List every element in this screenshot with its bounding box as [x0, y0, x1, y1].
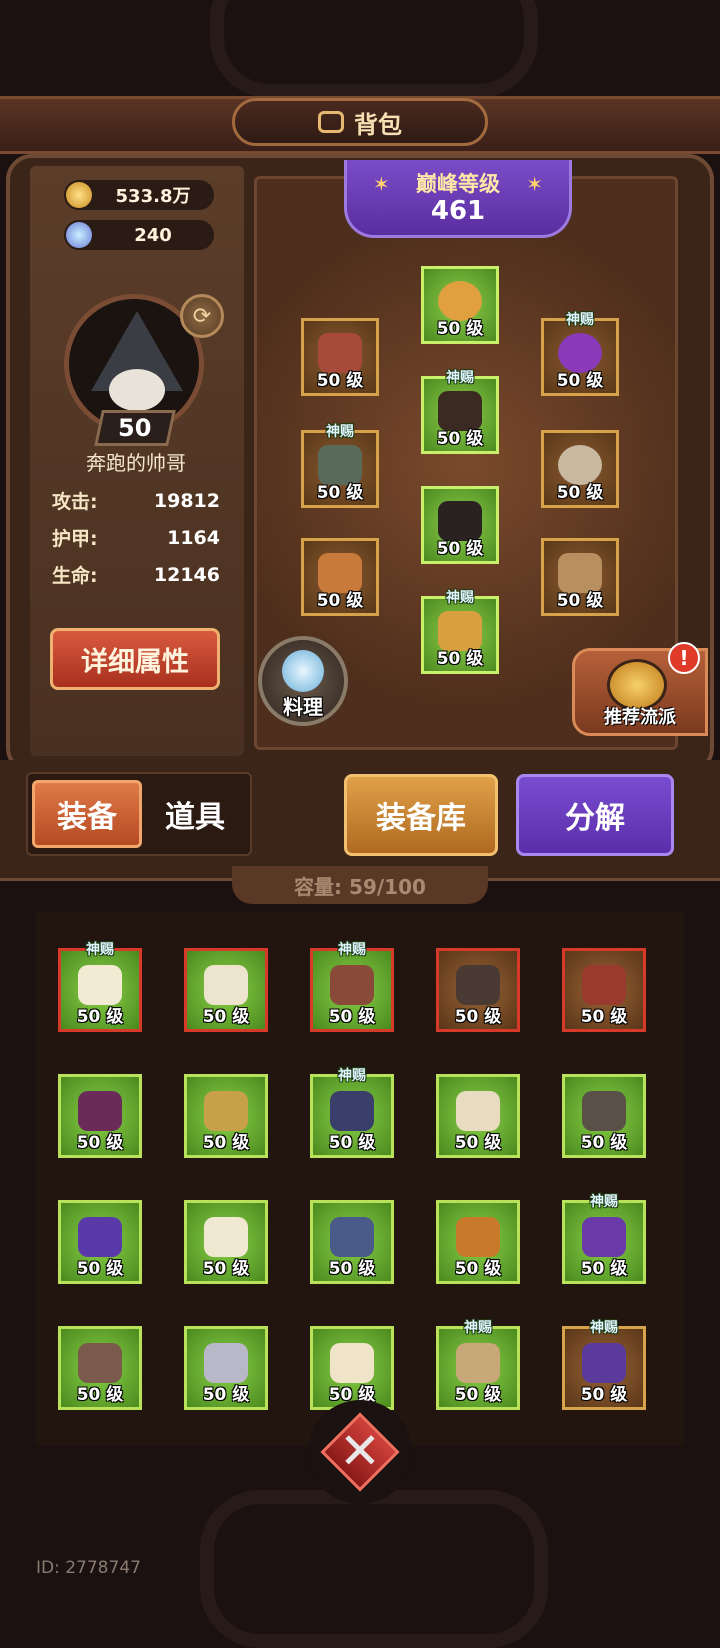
page-title-text: 背包 [354, 110, 402, 139]
backpack-icon [318, 111, 344, 133]
cooking-icon [282, 650, 324, 692]
star-icon: ✶ [526, 172, 543, 196]
tab-items[interactable]: 道具 [140, 780, 250, 848]
inventory-item[interactable]: 50 级 [184, 1326, 268, 1410]
pants-icon [204, 1217, 248, 1258]
gem-display: 240 [64, 220, 214, 250]
gold-coin-icon [66, 182, 92, 208]
stats-list: 攻击: 19812 护甲: 1164 生命: 12146 [52, 482, 220, 606]
inventory-item[interactable]: 50 级 [184, 948, 268, 1032]
shoulder-icon [330, 1343, 374, 1384]
gold-display: 533.8万 [64, 180, 214, 210]
gauntlet-icon [330, 1091, 374, 1132]
boots-icon [330, 1217, 374, 1258]
inventory-item[interactable]: 神赐 50 级 [562, 1320, 646, 1410]
equip-slot-weapon[interactable]: 50 级 [301, 538, 379, 616]
equip-slot-pants[interactable]: 50 级 [421, 486, 499, 564]
inventory-item[interactable]: 50 级 [58, 1200, 142, 1284]
page-title: 背包 [232, 98, 488, 146]
background-ornament [200, 1490, 548, 1648]
demon-mask-icon [78, 1091, 122, 1132]
inventory-item[interactable]: 神赐 50 级 [562, 1194, 646, 1284]
peak-level-value: 461 [430, 196, 486, 226]
inventory-item[interactable]: 神赐 50 级 [436, 1320, 520, 1410]
gauntlet-icon [456, 1091, 500, 1132]
capacity-indicator: 容量: 59/100 [232, 866, 488, 904]
helmet-icon [330, 965, 374, 1006]
equip-slot-boots[interactable]: 神赐 50 级 [421, 590, 499, 674]
inventory-item[interactable]: 50 级 [562, 948, 646, 1032]
notification-badge: ! [668, 642, 700, 674]
stat-health: 生命: 12146 [52, 563, 220, 588]
robe-icon [78, 965, 122, 1006]
helmet-icon [204, 1343, 248, 1384]
inventory-item[interactable]: 50 级 [436, 1200, 520, 1284]
inventory-item[interactable]: 50 级 [58, 1326, 142, 1410]
equip-slot-chest[interactable]: 神赐 50 级 [421, 370, 499, 454]
helmet-icon [78, 1343, 122, 1384]
inventory-tabs: 装备 道具 [26, 772, 252, 856]
inventory-item[interactable]: 50 级 [436, 1074, 520, 1158]
inventory-item[interactable]: 50 级 [562, 1074, 646, 1158]
gem-icon [66, 222, 92, 248]
gauntlet-icon [582, 1091, 626, 1132]
player-id: ID: 2778747 [36, 1558, 141, 1578]
inventory-item[interactable]: 50 级 [436, 948, 520, 1032]
helmet-icon [582, 965, 626, 1006]
equipment-storage-button[interactable]: 装备库 [344, 774, 498, 856]
inventory-item[interactable]: 50 级 [184, 1074, 268, 1158]
gem-amount: 240 [134, 224, 172, 246]
inventory-item[interactable]: 50 级 [184, 1200, 268, 1284]
equip-slot-bracer[interactable]: 50 级 [541, 538, 619, 616]
boots-icon [456, 1217, 500, 1258]
close-icon: ✕ [339, 1422, 381, 1480]
avatar-face [109, 369, 165, 411]
equip-slot-ring[interactable]: 50 级 [541, 430, 619, 508]
gold-crown-icon [204, 1091, 248, 1132]
inventory-item[interactable]: 神赐 50 级 [310, 942, 394, 1032]
tab-equipment[interactable]: 装备 [32, 780, 142, 848]
inventory-item[interactable]: 神赐 50 级 [310, 1068, 394, 1158]
cooking-button[interactable]: 料理 [258, 636, 348, 726]
player-level: 50 [118, 414, 152, 442]
star-icon: ✶ [373, 172, 390, 196]
swap-avatar-button[interactable]: ⟳ [180, 294, 224, 338]
helmet-icon [456, 1343, 500, 1384]
stat-armor: 护甲: 1164 [52, 526, 220, 551]
player-level-badge: 50 [94, 410, 176, 446]
equip-slot-gloves[interactable]: 神赐 50 级 [301, 424, 379, 508]
equip-slot-weapon-top[interactable]: 50 级 [421, 266, 499, 344]
boots-icon [582, 1217, 626, 1258]
stat-attack: 攻击: 19812 [52, 489, 220, 514]
inventory-item[interactable]: 50 级 [58, 1074, 142, 1158]
detail-attributes-button[interactable]: 详细属性 [50, 628, 220, 690]
gold-amount: 533.8万 [115, 186, 191, 207]
background-ornament [210, 0, 538, 98]
inventory-item[interactable]: 50 级 [310, 1326, 394, 1410]
boots-icon [204, 965, 248, 1006]
player-name: 奔跑的帅哥 [86, 451, 186, 475]
inventory-item[interactable]: 神赐 50 级 [58, 942, 142, 1032]
gauntlet-icon [78, 1217, 122, 1258]
peak-level-banner[interactable]: ✶ ✶ 巅峰等级 461 [344, 160, 572, 238]
disassemble-button[interactable]: 分解 [516, 774, 674, 856]
refresh-icon: ⟳ [192, 303, 212, 329]
equip-slot-helmet[interactable]: 50 级 [301, 318, 379, 396]
close-button[interactable]: ✕ [308, 1400, 412, 1504]
inventory-item[interactable]: 50 级 [310, 1200, 394, 1284]
cloak-icon [582, 1343, 626, 1384]
gauntlet-icon [456, 965, 500, 1006]
equip-slot-necklace[interactable]: 神赐 50 级 [541, 312, 619, 396]
